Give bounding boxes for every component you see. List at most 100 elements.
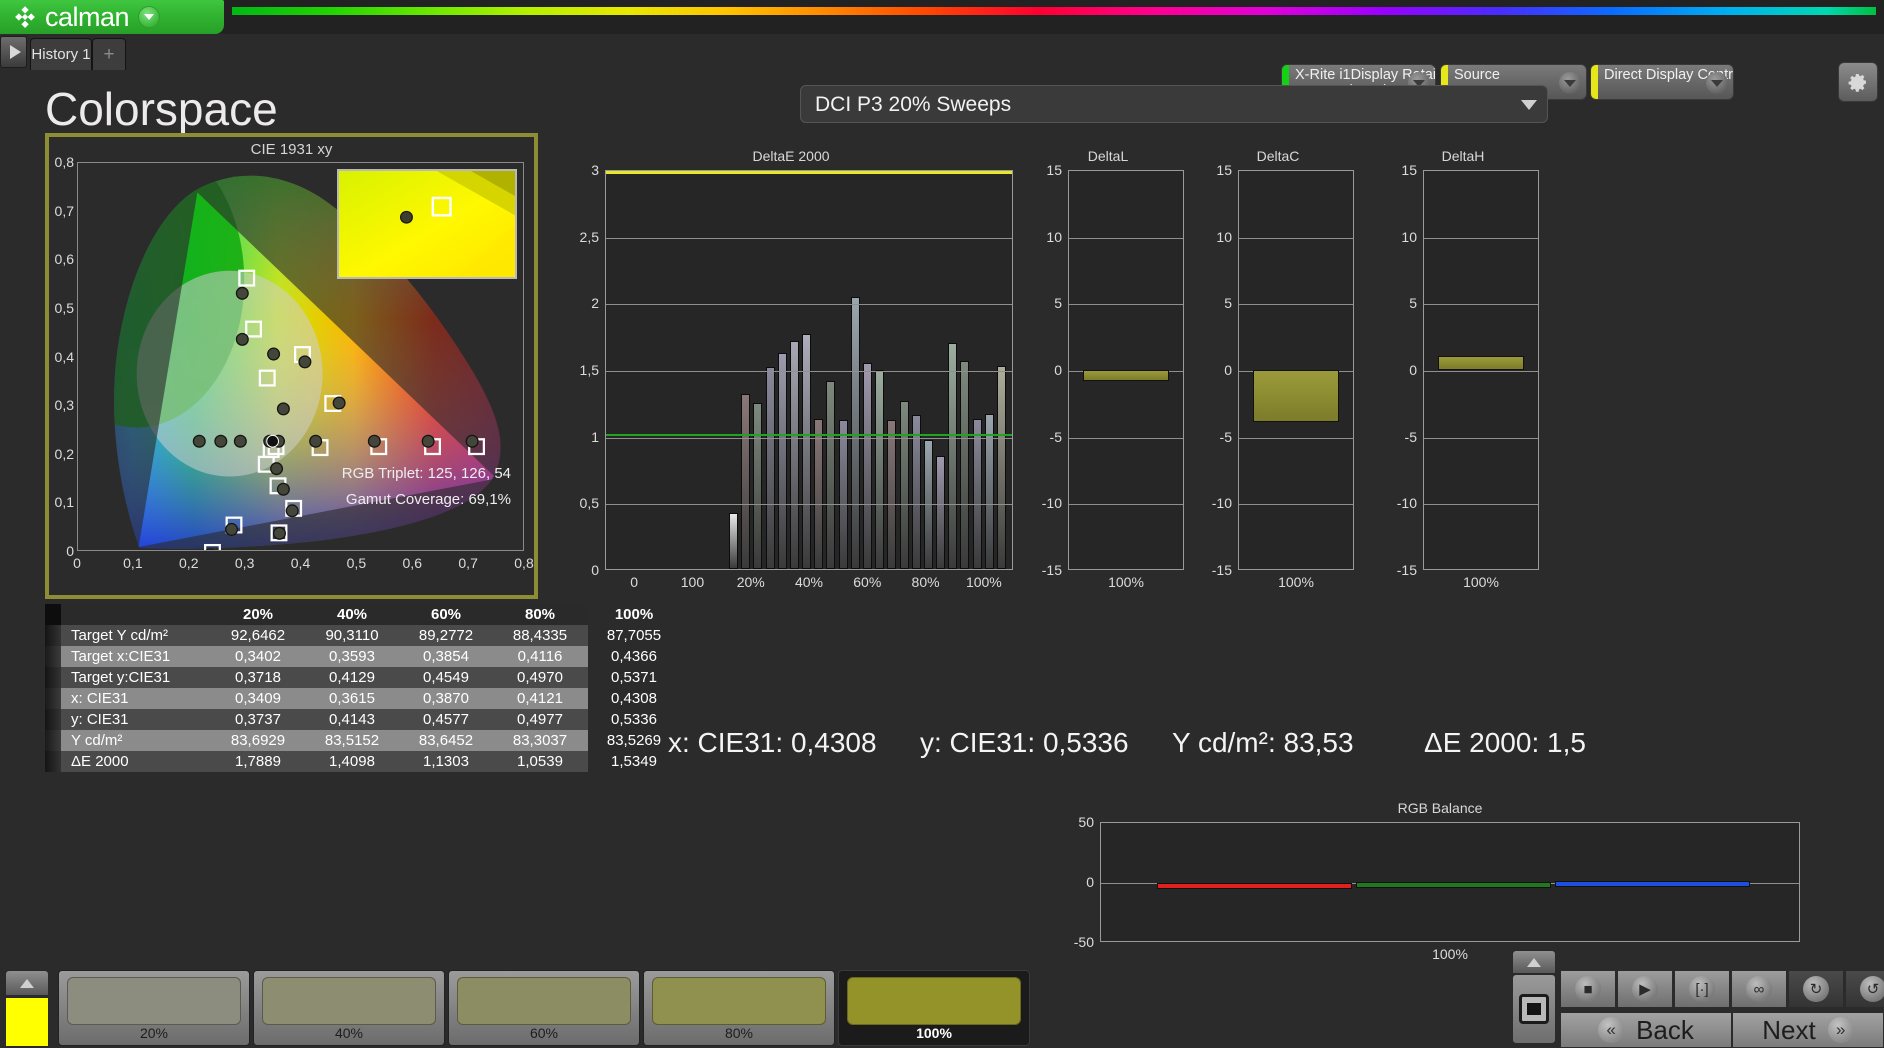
table-cell: 83,6929	[230, 732, 286, 749]
table-row: Target Y cd/m² 92,6462 90,3110 89,2772 88,43…	[45, 625, 661, 646]
next-button-label: Next	[1762, 1014, 1816, 1045]
stop-square-icon[interactable]	[1512, 974, 1556, 1044]
x-axis-tick: 20%	[736, 574, 765, 590]
y-axis-tick: -5	[1049, 428, 1062, 445]
row-swatch	[45, 625, 61, 646]
table-cell: 0,4577	[423, 711, 469, 728]
table-cell: 0,4366	[611, 648, 657, 665]
rgb-balance-chart: RGB Balance 50 0 -50 100%	[1060, 800, 1820, 980]
table-cell: 0,5336	[611, 711, 657, 728]
rgb-balance-chart-title: RGB Balance	[1397, 800, 1483, 816]
patch-swatch	[457, 977, 631, 1025]
y-axis-tick: -5	[1404, 428, 1417, 445]
y-axis-tick: 10	[1216, 228, 1232, 245]
gridline	[1069, 504, 1183, 506]
next-button[interactable]: Next »	[1732, 1012, 1884, 1048]
patch-40[interactable]: 40%	[253, 970, 445, 1046]
settings-button[interactable]	[1838, 62, 1878, 102]
gridline	[1239, 304, 1353, 306]
cie-y-tick: 0,7	[54, 202, 74, 219]
top-bar: calman	[0, 0, 1884, 34]
table-cell: 0,3718	[235, 669, 281, 686]
cie-chromaticity-panel: CIE 1931 xy 0,8 0,7 0,6 0,5 0,4 0,3 0,2 0,1 0	[45, 133, 538, 599]
chevron-down-icon[interactable]	[1521, 100, 1537, 110]
dl-bar	[1082, 370, 1170, 382]
app-logo[interactable]: calman	[0, 0, 224, 34]
deltae-bar	[729, 513, 739, 569]
patch-label: 60%	[529, 1025, 559, 1041]
patch-label: 80%	[724, 1025, 754, 1041]
readout-y-cie31: y: CIE31: 0,5336	[920, 727, 1129, 758]
loop-button[interactable]: ∞	[1731, 970, 1787, 1008]
deltae-bar	[936, 456, 946, 569]
deltae-bar	[862, 363, 872, 569]
workflow-value: DCI P3 20% Sweeps	[815, 93, 1012, 116]
table-row-label: ΔE 2000	[71, 753, 129, 770]
rgb-balance-plot-area[interactable]	[1100, 822, 1800, 942]
y-axis-tick: -15	[1396, 562, 1417, 578]
y-axis-tick: 2,5	[579, 228, 599, 245]
play-icon[interactable]	[0, 36, 27, 68]
add-tab-button[interactable]: +	[92, 38, 126, 70]
cie-y-tick: 0,5	[54, 299, 74, 316]
table-row-label: Target y:CIE31	[71, 669, 171, 686]
deltae-chart-title: DeltaE 2000	[752, 148, 830, 164]
back-button[interactable]: « Back	[1560, 1012, 1732, 1048]
cie-y-axis: 0,8 0,7 0,6 0,5 0,4 0,3 0,2 0,1 0	[49, 154, 77, 559]
y-axis-tick: 10	[1401, 228, 1417, 245]
table-row: Y cd/m² 83,6929 83,5152 83,6452 83,3037 83,52…	[45, 730, 661, 751]
cie-x-tick: 0,6	[402, 555, 422, 571]
stop-button[interactable]: ■	[1560, 970, 1616, 1008]
chevron-down-icon[interactable]	[1559, 72, 1581, 94]
deltae-bar	[777, 352, 787, 569]
back-button-label: Back	[1636, 1014, 1694, 1045]
patch-80[interactable]: 80%	[643, 970, 835, 1046]
y-axis-tick: 15	[1401, 162, 1417, 178]
y-axis-tick: 50	[1078, 814, 1094, 830]
table-row-label: y: CIE31	[71, 711, 129, 728]
tab-strip: History 1 + X-Rite i1Display Retail OLED…	[0, 34, 1884, 102]
y-axis-tick: -5	[1219, 428, 1232, 445]
rotate-button[interactable]: ↺	[1845, 970, 1884, 1008]
workflow-dropdown[interactable]: DCI P3 20% Sweeps	[800, 85, 1548, 123]
deltah-plot-area[interactable]	[1423, 170, 1539, 570]
y-axis-tick: 0	[1409, 362, 1417, 378]
deltae-bar	[753, 403, 763, 569]
brand-name: calman	[45, 1, 130, 32]
transport-chevron-up-icon[interactable]	[1512, 950, 1556, 974]
patch-label: 40%	[334, 1025, 364, 1041]
chevron-up-icon[interactable]	[5, 970, 49, 996]
table-row-label: Y cd/m²	[71, 732, 123, 749]
chevron-down-icon[interactable]	[1706, 72, 1728, 94]
range-button[interactable]: [·]	[1674, 970, 1730, 1008]
table-cell: 1,7889	[235, 753, 281, 770]
table-row-label: Target x:CIE31	[71, 648, 171, 665]
play-icon: ▶	[1632, 976, 1658, 1002]
y-axis-tick: 10	[1046, 228, 1062, 245]
table-cell: 89,2772	[418, 627, 474, 644]
play-button[interactable]: ▶	[1617, 970, 1673, 1008]
table-column-header: 60%	[430, 606, 462, 623]
refresh-icon: ↻	[1803, 976, 1829, 1002]
x-axis-tick: 0	[630, 574, 639, 590]
cie-y-tick: 0,4	[54, 348, 74, 365]
table-cell: 0,3870	[423, 690, 469, 707]
display-control-selector[interactable]: Direct Display Control	[1590, 64, 1734, 100]
patch-20[interactable]: 20%	[58, 970, 250, 1046]
deltae-plot-area[interactable]	[605, 170, 1013, 570]
deltah-chart: DeltaH 15 10 5 0 -5 -10 -15 100%	[1385, 148, 1541, 590]
deltal-plot-area[interactable]	[1068, 170, 1184, 570]
table-row: y: CIE31 0,3737 0,4143 0,4577 0,4977 0,5336	[45, 709, 657, 730]
cie-plot-area[interactable]: RGB Triplet: 125, 126, 54 Gamut Coverage…	[77, 162, 524, 551]
tab-history-1[interactable]: History 1	[30, 38, 92, 70]
deltae-bar	[996, 366, 1006, 569]
refresh-button[interactable]: ↻	[1788, 970, 1844, 1008]
patch-100[interactable]: 100%	[838, 970, 1030, 1046]
chevron-down-icon[interactable]	[138, 6, 161, 28]
deltac-plot-area[interactable]	[1238, 170, 1354, 570]
patch-60[interactable]: 60%	[448, 970, 640, 1046]
cie-x-tick: 0	[73, 555, 81, 571]
gamut-coverage-readout: Gamut Coverage: 69,1%	[345, 491, 511, 508]
table-cell: 0,4549	[423, 669, 469, 686]
gridline	[606, 371, 1012, 372]
